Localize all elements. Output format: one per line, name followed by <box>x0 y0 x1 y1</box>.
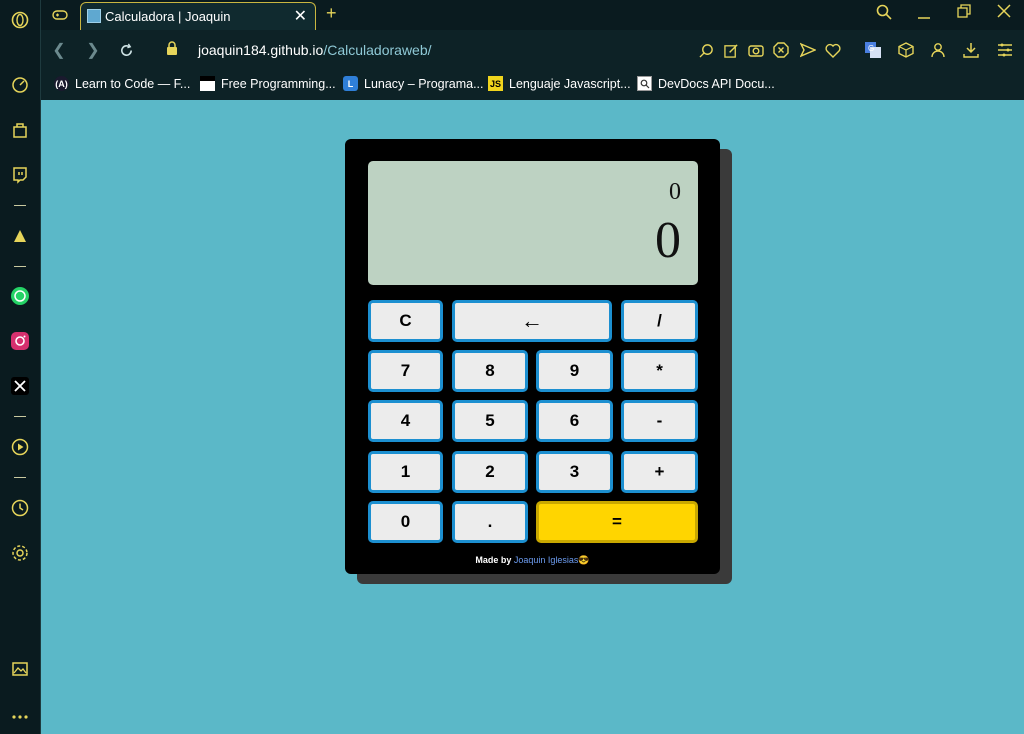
three-button[interactable]: 3 <box>536 451 613 493</box>
more-options-icon[interactable] <box>9 706 31 728</box>
tab-close-icon[interactable]: ✕ <box>294 6 307 26</box>
x-twitter-icon[interactable] <box>9 375 31 397</box>
gamepad-icon[interactable] <box>49 5 71 25</box>
plus-button[interactable]: + <box>621 451 698 493</box>
bookmark-freecodecamp[interactable]: (A) Learn to Code — F... <box>54 76 190 91</box>
instagram-icon[interactable] <box>9 330 31 352</box>
previous-operand: 0 <box>669 179 681 205</box>
zero-button[interactable]: 0 <box>368 501 443 543</box>
sidebar-divider <box>14 416 26 417</box>
lunacy-icon: L <box>343 76 358 91</box>
address-bar: ❮ ❯ joaquin184.github.io/Calculadoraweb/… <box>41 30 1024 70</box>
sidebar-divider <box>14 477 26 478</box>
search-tabs-icon[interactable] <box>873 4 895 25</box>
sunglasses-emoji-icon: 😎 <box>578 555 590 565</box>
active-tab[interactable]: Calculadora | Joaquin ✕ <box>80 2 316 30</box>
url-field[interactable]: joaquin184.github.io/Calculadoraweb/ <box>198 42 432 58</box>
freecodecamp-icon: (A) <box>54 76 69 91</box>
lock-icon[interactable] <box>166 41 182 59</box>
gallery-icon[interactable] <box>9 658 31 680</box>
sidebar-divider <box>14 205 26 206</box>
back-arrow-icon[interactable]: ❮ <box>49 40 69 60</box>
download-icon[interactable] <box>961 40 981 60</box>
calculator-display: 0 0 <box>368 161 698 285</box>
free-programming-icon <box>200 76 215 91</box>
forward-arrow-icon[interactable]: ❯ <box>83 40 103 60</box>
nine-button[interactable]: 9 <box>536 350 613 392</box>
equals-button[interactable]: = <box>536 501 698 543</box>
browser-sidebar <box>0 0 41 734</box>
extensions-cube-icon[interactable] <box>896 40 916 60</box>
divide-button[interactable]: / <box>621 300 698 342</box>
credits-footer: Made by Joaquin Iglesias😎 <box>345 555 720 566</box>
tab-favicon-icon <box>87 9 101 23</box>
five-button[interactable]: 5 <box>452 400 528 442</box>
new-tab-plus-icon[interactable]: + <box>326 3 337 24</box>
easy-setup-menu-icon[interactable] <box>995 40 1015 60</box>
clear-button[interactable]: C <box>368 300 443 342</box>
bookmark-label: Lunacy – Programa... <box>364 76 484 91</box>
history-icon[interactable] <box>9 497 31 519</box>
player-icon[interactable] <box>9 436 31 458</box>
eight-button[interactable]: 8 <box>452 350 528 392</box>
devdocs-icon <box>637 76 652 91</box>
bag-icon[interactable] <box>9 119 31 141</box>
decimal-button[interactable]: . <box>452 501 528 543</box>
bookmark-label: Lenguaje Javascript... <box>509 76 631 91</box>
bookmarks-bar: (A) Learn to Code — F... Free Programmin… <box>41 70 1024 100</box>
tab-bar: Calculadora | Joaquin ✕ + <box>41 0 1024 30</box>
current-operand: 0 <box>655 212 681 269</box>
one-button[interactable]: 1 <box>368 451 443 493</box>
svg-text:G: G <box>868 44 874 53</box>
bookmark-label: Learn to Code — F... <box>75 76 191 91</box>
favorite-heart-icon[interactable] <box>823 40 843 60</box>
calculator: 0 0 C ← / 7 8 9 * 4 5 6 - 1 2 3 + 0 . = … <box>345 139 720 574</box>
opera-logo-icon[interactable] <box>9 9 31 31</box>
seven-button[interactable]: 7 <box>368 350 443 392</box>
tab-title: Calculadora | Joaquin <box>105 9 231 24</box>
settings-gear-icon[interactable] <box>9 542 31 564</box>
twitch-icon[interactable] <box>9 164 31 186</box>
bookmark-devdocs[interactable]: DevDocs API Docu... <box>637 76 775 91</box>
javascript-icon: JS <box>488 76 503 91</box>
whatsapp-icon[interactable] <box>9 285 31 307</box>
two-button[interactable]: 2 <box>452 451 528 493</box>
restore-window-icon[interactable] <box>953 4 975 23</box>
credits-prefix: Made by <box>475 555 512 565</box>
bookmark-free-programming[interactable]: Free Programming... <box>200 76 336 91</box>
reload-icon[interactable] <box>116 40 136 60</box>
bookmark-label: DevDocs API Docu... <box>658 76 775 91</box>
adblock-icon[interactable] <box>771 40 791 60</box>
aria-icon[interactable] <box>9 225 31 247</box>
minus-button[interactable]: - <box>621 400 698 442</box>
backspace-button[interactable]: ← <box>452 300 612 342</box>
translate-icon[interactable]: G <box>863 40 883 60</box>
close-window-icon[interactable] <box>993 4 1015 23</box>
url-path: /Calculadoraweb/ <box>323 42 432 58</box>
speed-dial-icon[interactable] <box>9 74 31 96</box>
bookmark-javascript[interactable]: JS Lenguaje Javascript... <box>488 76 631 91</box>
snapshot-camera-icon[interactable] <box>746 40 766 60</box>
minimize-window-icon[interactable] <box>913 4 935 25</box>
author-link[interactable]: Joaquin Iglesias <box>514 555 579 565</box>
edit-icon[interactable] <box>721 40 741 60</box>
zoom-search-icon[interactable] <box>696 40 716 60</box>
bookmark-lunacy[interactable]: L Lunacy – Programa... <box>343 76 484 91</box>
send-icon[interactable] <box>798 40 818 60</box>
four-button[interactable]: 4 <box>368 400 443 442</box>
sidebar-divider <box>14 266 26 267</box>
six-button[interactable]: 6 <box>536 400 613 442</box>
profile-icon[interactable] <box>928 40 948 60</box>
url-host: joaquin184.github.io <box>198 42 324 58</box>
bookmark-label: Free Programming... <box>221 76 336 91</box>
multiply-button[interactable]: * <box>621 350 698 392</box>
